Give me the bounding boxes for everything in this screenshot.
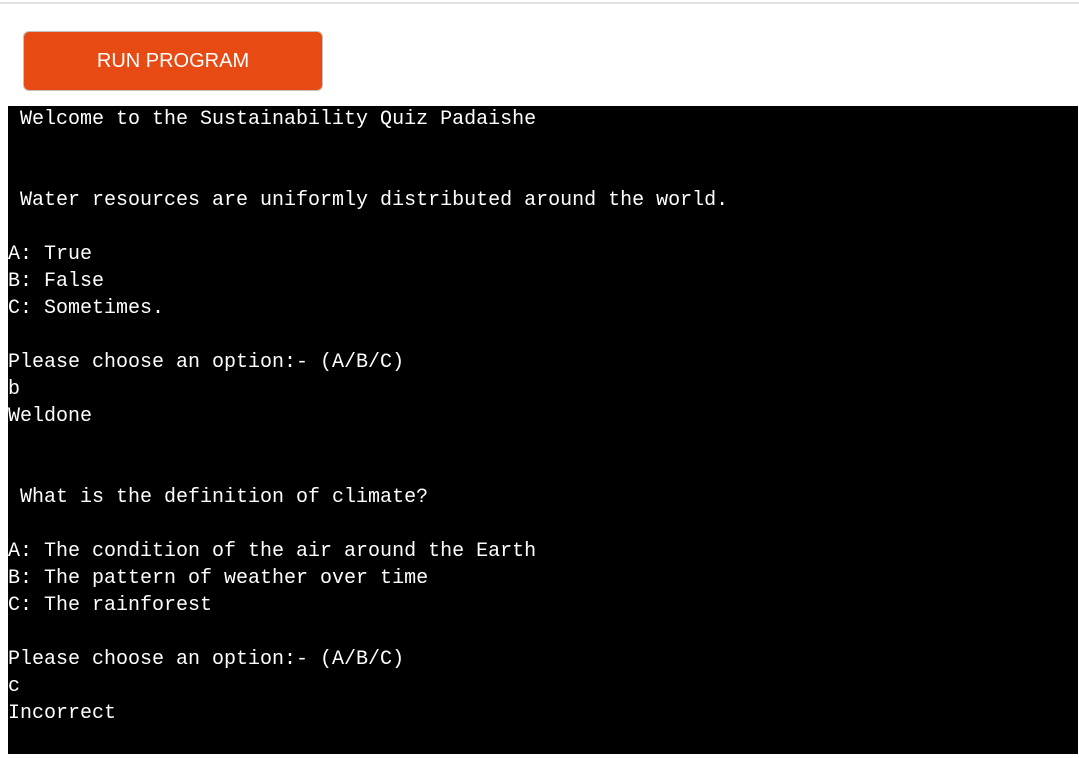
terminal-line: B: False [8,270,105,293]
terminal-line: Please choose an option:- (A/B/C) [8,648,405,671]
terminal-line: Weldone [8,405,93,428]
terminal-line: A: The condition of the air around the E… [8,540,537,563]
terminal-line: Water resources are uniformly distribute… [8,189,729,212]
terminal-line: Incorrect [8,702,117,725]
terminal-line: Welcome to the Sustainability Quiz Padai… [8,108,537,131]
terminal-line: A: True [8,243,93,266]
terminal-line: B: The pattern of weather over time [8,567,429,590]
terminal-line: Please choose an option:- (A/B/C) [8,351,405,374]
terminal-line: C: Sometimes. [8,297,165,320]
top-divider [0,2,1079,4]
terminal-line: What is the definition of climate? [8,486,429,509]
run-program-button[interactable]: RUN PROGRAM [23,31,323,91]
terminal-line: C: The rainforest [8,594,213,617]
terminal-user-input: c [8,675,21,698]
terminal-output[interactable]: Welcome to the Sustainability Quiz Padai… [8,106,1078,754]
terminal-user-input: b [8,378,21,401]
